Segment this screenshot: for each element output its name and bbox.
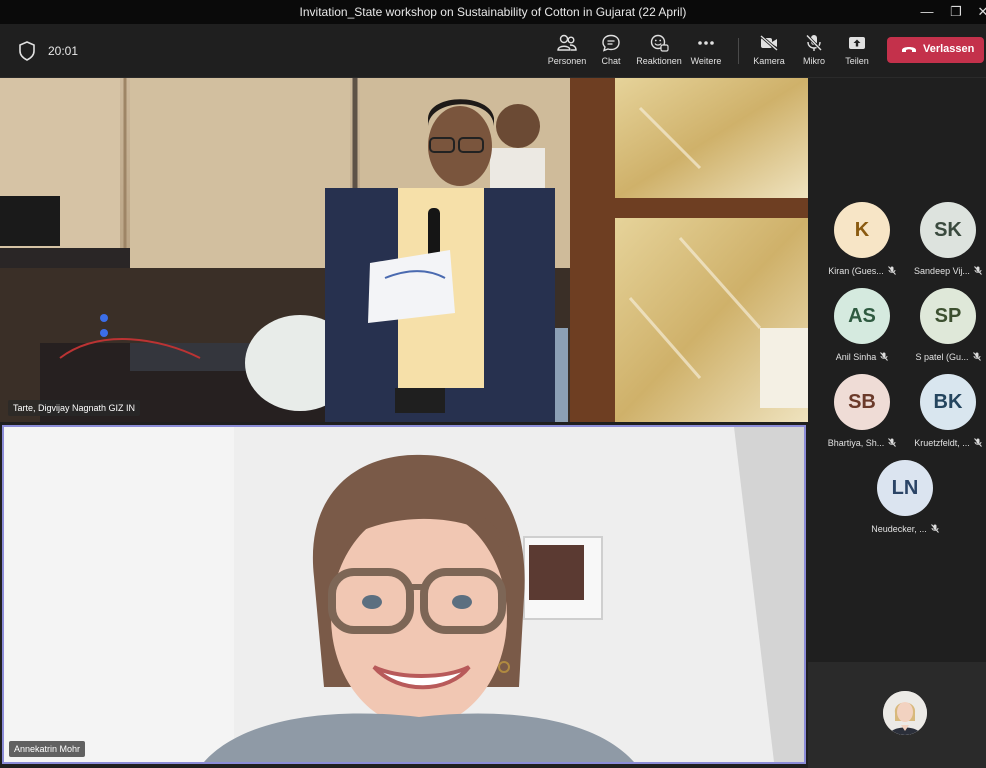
participant-tile[interactable]: K Kiran (Gues... [818,202,906,276]
mic-off-icon [805,34,823,52]
leave-label: Verlassen [923,43,975,55]
more-button[interactable]: Weitere [679,34,733,66]
reactions-icon [650,34,669,52]
window-title-bar: Invitation_State workshop on Sustainabil… [0,0,986,24]
participant-name: Sandeep Vij... [904,266,986,276]
participant-tile[interactable]: LN Neudecker, ... [861,460,949,534]
chat-icon [602,34,620,52]
participant-avatar: LN [877,460,933,516]
profile-photo [883,691,927,735]
meeting-toolbar: 20:01 Personen Chat Reaktionen Weitere K… [0,24,986,78]
muted-mic-icon [887,266,896,275]
muted-mic-icon [974,266,982,275]
share-icon [849,37,865,49]
muted-mic-icon [888,438,897,447]
share-label: Teilen [845,56,869,66]
people-icon [557,34,577,51]
participant-name: Bhartiya, Sh... [818,438,906,448]
reactions-label: Reaktionen [636,56,682,66]
video-name-label: Annekatrin Mohr [9,741,86,757]
participant-tile[interactable]: SK Sandeep Vij... [904,202,986,276]
participant-avatar: SK [920,202,976,258]
close-button[interactable]: ✕ [974,3,986,21]
minimize-button[interactable]: — [918,3,936,21]
participant-avatar: BK [920,374,976,430]
chat-label: Chat [601,56,621,66]
more-icon [698,41,714,45]
participant-tile[interactable]: AS Anil Sinha [818,288,906,362]
toolbar-divider [738,38,739,64]
participant-name: S patel (Gu... [904,352,986,362]
participants-gallery: K Kiran (Gues... SK Sandeep Vij... AS An… [808,78,986,662]
participant-name: Anil Sinha [818,352,906,362]
reactions-button[interactable]: Reaktionen [632,34,686,66]
self-view[interactable] [808,662,986,768]
video-tile-active-speaker[interactable]: Annekatrin Mohr [2,425,806,764]
participant-tile[interactable]: SB Bhartiya, Sh... [818,374,906,448]
camera-off-icon [760,34,778,52]
maximize-button[interactable]: ❐ [947,3,965,21]
muted-mic-icon [972,352,981,361]
share-button[interactable]: Teilen [830,34,884,66]
conference-room-video [0,78,808,422]
hang-up-icon [902,47,916,52]
participant-name: Neudecker, ... [861,524,949,534]
participant-avatar: SB [834,374,890,430]
window-title: Invitation_State workshop on Sustainabil… [299,5,687,19]
muted-mic-icon [973,438,982,447]
participant-tile[interactable]: SP S patel (Gu... [904,288,986,362]
participant-avatar: K [834,202,890,258]
participant-name: Kruetzfeldt, ... [904,438,986,448]
webcam-video [4,427,804,762]
muted-mic-icon [880,352,889,361]
participant-avatar: AS [834,288,890,344]
self-avatar [883,691,927,735]
video-tile-speaker[interactable]: Tarte, Digvijay Nagnath GIZ IN [0,78,808,422]
chat-button[interactable]: Chat [584,34,638,66]
video-name-label: Tarte, Digvijay Nagnath GIZ IN [8,400,141,416]
participant-tile[interactable]: BK Kruetzfeldt, ... [904,374,986,448]
shield-icon [19,41,35,61]
more-label: Weitere [690,56,722,66]
participant-avatar: SP [920,288,976,344]
muted-mic-icon [930,524,939,533]
meeting-timer: 20:01 [48,44,79,58]
leave-button[interactable]: Verlassen [887,37,984,63]
participant-name: Kiran (Gues... [818,266,906,276]
